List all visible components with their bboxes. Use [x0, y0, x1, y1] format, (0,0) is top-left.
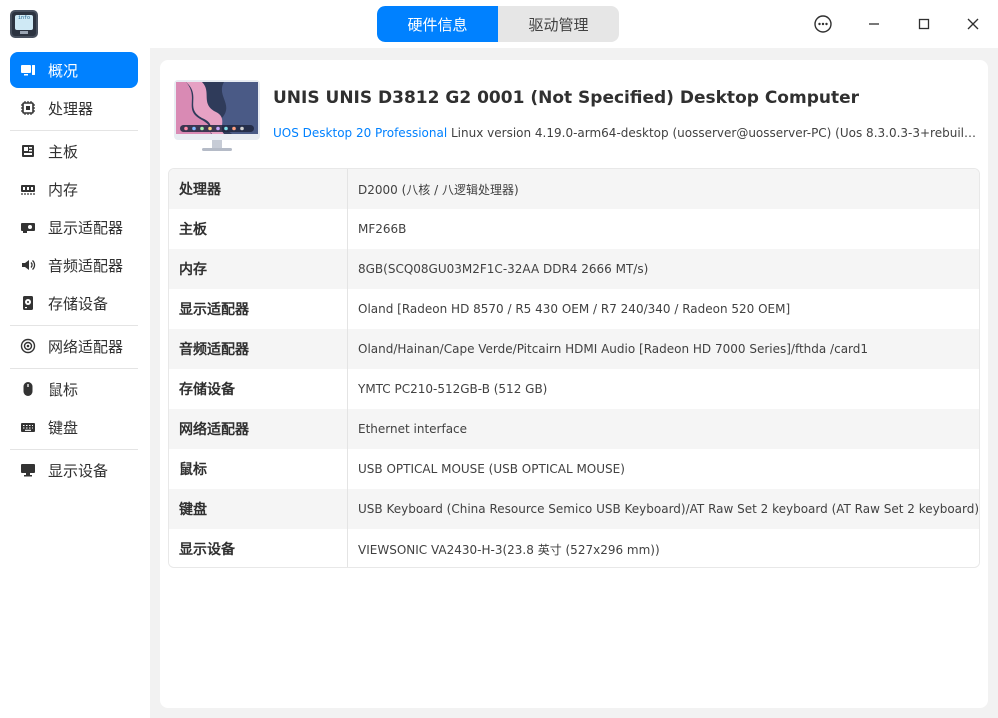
storage-icon [20, 295, 36, 311]
display-adapter-icon [20, 219, 36, 235]
sidebar-divider [10, 368, 138, 369]
cpu-icon [20, 100, 36, 116]
sidebar-item-cpu[interactable]: 处理器 [10, 90, 138, 126]
row-value: VIEWSONIC VA2430-H-3(23.8 英寸 (527x296 mm… [358, 542, 660, 557]
row-key: 处理器 [169, 169, 348, 209]
row-key: 主板 [169, 209, 348, 249]
sidebar-item-storage[interactable]: 存储设备 [10, 285, 138, 321]
row-value: 8GB(SCQ08GU03M2F1C-32AA DDR4 2666 MT/s) [358, 262, 649, 276]
os-info: UOS Desktop 20 Professional Linux versio… [273, 126, 978, 140]
table-row: 网络适配器 Ethernet interface [169, 409, 979, 449]
sidebar-item-label: 存储设备 [48, 294, 109, 313]
sidebar-item-memory[interactable]: 内存 [10, 171, 138, 207]
tab-hardware-info[interactable]: 硬件信息 [377, 6, 498, 42]
sidebar-item-mouse[interactable]: 鼠标 [10, 371, 138, 407]
table-row: 显示设备 VIEWSONIC VA2430-H-3(23.8 英寸 (527x2… [169, 529, 979, 567]
tab-driver-management[interactable]: 驱动管理 [498, 6, 619, 42]
sidebar-item-label: 处理器 [48, 99, 94, 118]
device-manager-icon: info [10, 10, 38, 38]
main-panel: UNIS UNIS D3812 G2 0001 (Not Specified) … [160, 60, 988, 708]
row-key: 音频适配器 [169, 329, 348, 369]
table-row: 鼠标 USB OPTICAL MOUSE (USB OPTICAL MOUSE) [169, 449, 979, 489]
table-row: 键盘 USB Keyboard (China Resource Semico U… [169, 489, 979, 529]
menu-button[interactable] [803, 4, 843, 44]
sidebar-item-label: 音频适配器 [48, 256, 124, 275]
keyboard-icon [20, 419, 36, 435]
motherboard-icon [20, 143, 36, 159]
computer-icon [174, 80, 260, 151]
sidebar-item-motherboard[interactable]: 主板 [10, 133, 138, 169]
row-key: 网络适配器 [169, 409, 348, 449]
device-title: UNIS UNIS D3812 G2 0001 (Not Specified) … [273, 88, 860, 108]
row-value: USB OPTICAL MOUSE (USB OPTICAL MOUSE) [358, 462, 625, 476]
audio-icon [20, 257, 36, 273]
sidebar-item-label: 键盘 [48, 418, 79, 437]
maximize-button[interactable] [904, 4, 944, 44]
minimize-icon [869, 23, 879, 25]
sidebar-item-label: 内存 [48, 180, 79, 199]
sidebar-item-monitor[interactable]: 显示设备 [10, 452, 138, 488]
overview-icon [20, 62, 36, 78]
sidebar-item-label: 显示设备 [48, 461, 109, 480]
sidebar-divider [10, 449, 138, 450]
sidebar: 概况 处理器 主板 内存 显示适配器 音频适配器 存储设备 网络适配器 鼠标 键… [0, 48, 150, 718]
row-value: YMTC PC210-512GB-B (512 GB) [358, 382, 548, 396]
monitor-icon [20, 462, 36, 478]
hardware-summary-table: 处理器 D2000 (八核 / 八逻辑处理器) 主板 MF266B 内存 8GB… [168, 168, 980, 568]
sidebar-item-label: 概况 [48, 61, 79, 80]
row-value: D2000 (八核 / 八逻辑处理器) [358, 182, 519, 197]
memory-icon [20, 181, 36, 197]
row-key: 显示适配器 [169, 289, 348, 329]
view-tabs: 硬件信息 驱动管理 [377, 6, 619, 42]
os-version-link[interactable]: UOS Desktop 20 Professional [273, 126, 447, 140]
sidebar-divider [10, 325, 138, 326]
sidebar-item-label: 主板 [48, 142, 79, 161]
network-icon [20, 338, 36, 354]
title-bar: info 硬件信息 驱动管理 [0, 0, 998, 48]
minimize-button[interactable] [854, 4, 894, 44]
row-value: Oland/Hainan/Cape Verde/Pitcairn HDMI Au… [358, 342, 869, 356]
sidebar-divider [10, 130, 138, 131]
table-row: 内存 8GB(SCQ08GU03M2F1C-32AA DDR4 2666 MT/… [169, 249, 979, 289]
close-button[interactable] [953, 4, 993, 44]
mouse-icon [20, 381, 36, 397]
row-value: MF266B [358, 222, 407, 236]
sidebar-item-overview[interactable]: 概况 [10, 52, 138, 88]
row-key: 鼠标 [169, 449, 348, 489]
close-icon [967, 18, 979, 30]
row-key: 键盘 [169, 489, 348, 529]
sidebar-item-label: 网络适配器 [48, 337, 124, 356]
row-key: 存储设备 [169, 369, 348, 409]
maximize-icon [918, 18, 930, 30]
row-value: Ethernet interface [358, 422, 468, 436]
table-row: 音频适配器 Oland/Hainan/Cape Verde/Pitcairn H… [169, 329, 979, 369]
row-key: 显示设备 [169, 529, 348, 567]
table-row: 主板 MF266B [169, 209, 979, 249]
menu-icon [814, 15, 832, 33]
table-row: 显示适配器 Oland [Radeon HD 8570 / R5 430 OEM… [169, 289, 979, 329]
row-value: USB Keyboard (China Resource Semico USB … [358, 502, 979, 516]
sidebar-item-keyboard[interactable]: 键盘 [10, 409, 138, 445]
row-value: Oland [Radeon HD 8570 / R5 430 OEM / R7 … [358, 302, 791, 316]
sidebar-item-audio-adapter[interactable]: 音频适配器 [10, 247, 138, 283]
table-row: 处理器 D2000 (八核 / 八逻辑处理器) [169, 169, 979, 209]
table-row: 存储设备 YMTC PC210-512GB-B (512 GB) [169, 369, 979, 409]
sidebar-item-label: 鼠标 [48, 380, 79, 399]
row-key: 内存 [169, 249, 348, 289]
app-icon-label: info [15, 15, 33, 30]
kernel-info: Linux version 4.19.0-arm64-desktop (uoss… [451, 126, 978, 140]
sidebar-item-network-adapter[interactable]: 网络适配器 [10, 328, 138, 364]
sidebar-item-display-adapter[interactable]: 显示适配器 [10, 209, 138, 245]
sidebar-item-label: 显示适配器 [48, 218, 124, 237]
